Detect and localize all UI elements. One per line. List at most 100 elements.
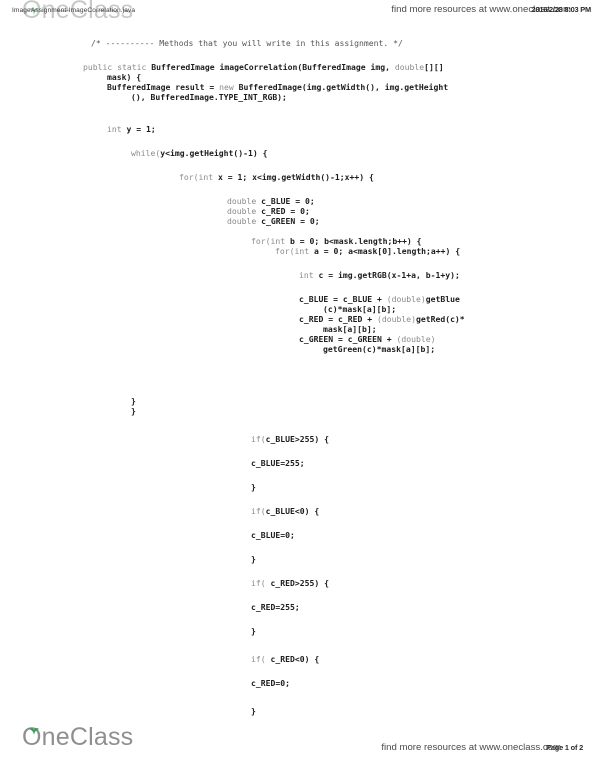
code-line: c_RED=0; — [251, 678, 290, 688]
code-keyword: new — [219, 82, 239, 92]
code-token: x = 1; x<img.getWidth()-1;x++) { — [217, 172, 374, 182]
code-token: c_GREEN = c_GREEN + — [299, 334, 397, 344]
header-timestamp: 2016/2/28 8:03 PM — [531, 5, 592, 14]
code-token: c_RED = 0; — [261, 206, 310, 216]
code-keyword: for(int — [251, 236, 290, 246]
footer-page-number: Page 1 of 2 — [546, 743, 583, 752]
code-line: c_BLUE=255; — [251, 458, 305, 468]
code-line: if( c_RED>255) { — [251, 578, 329, 588]
code-token: } — [251, 626, 256, 636]
code-line: if(c_BLUE<0) { — [251, 506, 319, 516]
code-token: getRed(c)* — [415, 314, 465, 324]
code-keyword: if( — [251, 578, 271, 588]
code-line: } — [251, 626, 256, 636]
code-line: getGreen(c)*mask[a][b]; — [323, 344, 435, 354]
footer-resources-link[interactable]: find more resources at www.oneclass.com — [381, 742, 561, 753]
code-token: c_RED<0) { — [270, 654, 320, 664]
code-token: c_BLUE<0) { — [265, 506, 320, 516]
code-line: int y = 1; — [107, 124, 156, 134]
code-line: for(int x = 1; x<img.getWidth()-1;x++) { — [179, 172, 374, 182]
code-token: getBlue — [425, 294, 460, 304]
code-line: c_RED = c_RED + (double)getRed(c)* — [299, 314, 465, 324]
code-line: mask) { — [107, 72, 141, 82]
code-line: c_RED=255; — [251, 602, 300, 612]
code-keyword: (double) — [376, 314, 416, 324]
code-token: } — [131, 406, 136, 416]
code-keyword: double — [394, 62, 425, 72]
code-token: [][] — [424, 62, 444, 72]
code-line: } — [251, 482, 256, 492]
footer-logo-oneclass[interactable]: OneClass — [22, 722, 133, 752]
code-line: (c)*mask[a][b]; — [323, 304, 396, 314]
code-keyword: double — [227, 206, 262, 216]
code-keyword: for(int — [179, 172, 218, 182]
code-token: c_RED = c_RED + — [299, 314, 377, 324]
code-token: } — [251, 554, 256, 564]
code-token: c_RED=0; — [251, 678, 290, 688]
code-token: (), BufferedImage.TYPE_INT_RGB); — [131, 92, 287, 102]
header-filename: ImageAssignment-ImageCorrelation.java — [12, 7, 136, 14]
code-keyword: double — [227, 196, 262, 206]
code-token: BufferedImage(img.getWidth(), img.getHei… — [238, 82, 449, 92]
code-token: getGreen(c)*mask[a][b]; — [323, 344, 436, 354]
code-keyword: if( — [251, 506, 266, 516]
code-comment: /* ---------- Methods that you will writ… — [91, 38, 403, 48]
page-footer: OneClass find more resources at www.onec… — [0, 723, 595, 770]
code-token: c_GREEN = 0; — [261, 216, 320, 226]
code-line: for(int b = 0; b<mask.length;b++) { — [251, 236, 422, 246]
leaf-icon — [28, 0, 40, 16]
code-line: } — [251, 554, 256, 564]
code-token: mask) { — [107, 72, 142, 82]
code-line: BufferedImage result = new BufferedImage… — [107, 82, 448, 92]
code-keyword: double — [227, 216, 262, 226]
code-token: BufferedImage result = — [107, 82, 220, 92]
code-token: b = 0; b<mask.length;b++) { — [289, 236, 422, 246]
code-line: } — [131, 406, 136, 416]
code-line: c_BLUE=0; — [251, 530, 295, 540]
code-listing: /* ---------- Methods that you will writ… — [0, 30, 595, 730]
leaf-icon — [28, 723, 40, 736]
code-token: } — [131, 396, 136, 406]
code-line: (), BufferedImage.TYPE_INT_RGB); — [131, 92, 287, 102]
code-token: c_BLUE=255; — [251, 458, 305, 468]
code-line: for(int a = 0; a<mask[0].length;a++) { — [275, 246, 460, 256]
code-token: c = img.getRGB(x-1+a, b-1+y); — [318, 270, 460, 280]
code-token: } — [251, 482, 256, 492]
code-line: } — [251, 706, 256, 716]
code-keyword: while( — [131, 148, 161, 158]
code-line: /* ---------- Methods that you will writ… — [91, 38, 403, 48]
code-token: BufferedImage imageCorrelation(BufferedI… — [151, 62, 395, 72]
page-header: OneClass ImageAssignment-ImageCorrelatio… — [0, 0, 595, 26]
code-line: if(c_BLUE>255) { — [251, 434, 329, 444]
code-line: double c_GREEN = 0; — [227, 216, 320, 226]
code-token: c_BLUE>255) { — [265, 434, 329, 444]
code-token: c_BLUE = 0; — [261, 196, 315, 206]
code-token: c_RED>255) { — [270, 578, 329, 588]
code-token: y<img.getHeight()-1) { — [160, 148, 268, 158]
code-token: y = 1; — [126, 124, 156, 134]
code-token: } — [251, 706, 256, 716]
code-keyword: int — [107, 124, 127, 134]
code-keyword: (double) — [396, 334, 436, 344]
code-keyword: (double) — [386, 294, 426, 304]
code-keyword: if( — [251, 434, 266, 444]
code-keyword: int — [299, 270, 319, 280]
code-line: c_BLUE = c_BLUE + (double)getBlue — [299, 294, 460, 304]
code-token: (c)*mask[a][b]; — [323, 304, 397, 314]
code-line: int c = img.getRGB(x-1+a, b-1+y); — [299, 270, 460, 280]
code-keyword: for(int — [275, 246, 314, 256]
code-line: double c_RED = 0; — [227, 206, 310, 216]
code-line: mask[a][b]; — [323, 324, 377, 334]
code-token: c_BLUE = c_BLUE + — [299, 294, 387, 304]
code-token: mask[a][b]; — [323, 324, 377, 334]
code-keyword: if( — [251, 654, 271, 664]
code-line: while(y<img.getHeight()-1) { — [131, 148, 267, 158]
code-keyword: public static — [83, 62, 152, 72]
code-token: c_BLUE=0; — [251, 530, 295, 540]
code-token: c_RED=255; — [251, 602, 300, 612]
code-token: a = 0; a<mask[0].length;a++) { — [313, 246, 461, 256]
code-line: if( c_RED<0) { — [251, 654, 319, 664]
code-line: public static BufferedImage imageCorrela… — [83, 62, 444, 72]
code-line: } — [131, 396, 136, 406]
code-line: c_GREEN = c_GREEN + (double) — [299, 334, 435, 344]
